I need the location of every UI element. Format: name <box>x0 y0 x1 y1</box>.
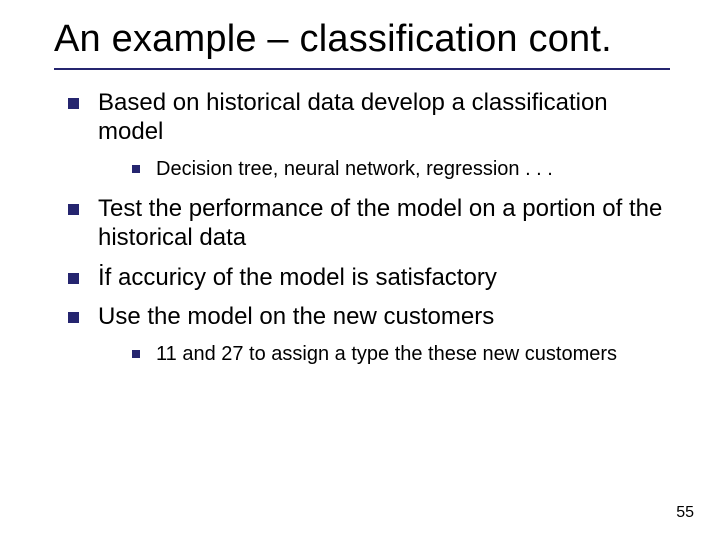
bullet-list: Based on historical data develop a class… <box>62 88 670 368</box>
bullet-text: Decision tree, neural network, regressio… <box>156 158 553 180</box>
bullet-text: Use the model on the new customers <box>98 303 494 330</box>
list-item: Based on historical data develop a class… <box>62 88 670 183</box>
bullet-text: 11 and 27 to assign a type the these new… <box>156 343 617 365</box>
list-item: İf accuricy of the model is satisfactory <box>62 263 670 292</box>
page-number: 55 <box>676 504 694 522</box>
slide: An example – classification cont. Based … <box>0 0 720 540</box>
bullet-text: Based on historical data develop a class… <box>98 89 608 145</box>
list-item: Use the model on the new customers 11 an… <box>62 302 670 367</box>
title-underline <box>54 68 670 70</box>
list-item: Decision tree, neural network, regressio… <box>128 156 670 182</box>
bullet-text: Test the performance of the model on a p… <box>98 195 662 251</box>
list-item: 11 and 27 to assign a type the these new… <box>128 341 670 367</box>
list-item: Test the performance of the model on a p… <box>62 194 670 253</box>
bullet-text: İf accuricy of the model is satisfactory <box>98 264 497 291</box>
sub-list: Decision tree, neural network, regressio… <box>128 156 670 182</box>
slide-title: An example – classification cont. <box>54 18 670 62</box>
sub-list: 11 and 27 to assign a type the these new… <box>128 341 670 367</box>
